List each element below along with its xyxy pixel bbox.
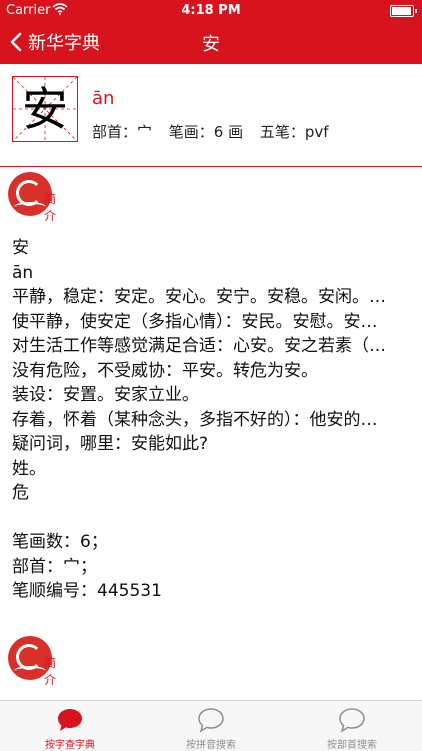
definition-line: 存着，怀着（某种念头，多指不好的）：他安的… <box>12 409 378 430</box>
character-glyph: 安 <box>22 82 68 136</box>
tab-search-by-radical[interactable]: 按部首搜索 <box>282 701 422 751</box>
tab-bar: 按字查字典 按拼音搜索 按部首搜索 <box>0 700 422 751</box>
tab-label: 按拼音搜索 <box>186 740 236 751</box>
battery-icon <box>390 5 417 17</box>
tab-lookup-by-character[interactable]: 按字查字典 <box>0 701 140 751</box>
definition-line: 平静，稳定：安定。安心。安宁。安稳。安闲。… <box>12 287 386 307</box>
section-logo-intro-2: 简介 <box>8 636 78 687</box>
definition-content: 安 ān 平静，稳定：安定。安心。安宁。安稳。安闲。… 使平静，使安定（多指心情… <box>12 236 410 604</box>
definition-line: 疑问词，哪里：安能如此? <box>12 434 209 454</box>
header-divider <box>0 166 422 167</box>
speech-bubble-icon <box>339 708 365 733</box>
page-title: 安 <box>202 34 220 55</box>
definition-line: 危 <box>12 483 29 503</box>
stats-line: 笔顺编号：445531 <box>12 581 162 601</box>
section-label: 简介 <box>44 192 63 223</box>
status-bar: Carrier 4:18 PM <box>0 0 422 20</box>
definition-line: 装设：安置。安家立业。 <box>12 385 199 405</box>
stroke-count-info: 笔画：6 画 <box>168 123 244 141</box>
definition-line: ān <box>12 262 34 283</box>
wubi-info: 五笔：pvf <box>259 123 329 141</box>
stats-line: 笔画数：6； <box>12 532 108 552</box>
definition-line: 对生活工作等感觉满足合适：心安。安之若素（… <box>12 336 386 356</box>
radical-info: 部首：宀 <box>92 123 153 141</box>
tab-search-by-pinyin[interactable]: 按拼音搜索 <box>141 701 281 751</box>
section-logo-intro: 简介 <box>8 172 78 223</box>
character-pinyin: ān <box>92 88 115 109</box>
definition-line: 没有危险，不受威协：平安。转危为安。 <box>12 360 318 381</box>
stats-line: 部首：宀； <box>12 556 97 577</box>
speech-bubble-icon <box>198 708 224 733</box>
speech-bubble-icon <box>58 709 82 731</box>
definition-line: 安 <box>12 238 29 258</box>
definition-line: 姓。 <box>12 458 46 479</box>
navigation-bar: 新华字典 安 <box>0 20 422 64</box>
status-time: 4:18 PM <box>181 3 241 18</box>
character-meta: 部首：宀 笔画：6 画 五笔：pvf <box>92 121 341 142</box>
character-grid-box: 安 <box>12 76 78 142</box>
tab-label: 按字查字典 <box>45 740 95 751</box>
section-label: 简介 <box>44 656 63 687</box>
tab-label: 按部首搜索 <box>327 740 377 751</box>
definition-line: 使平静，使安定（多指心情）：安民。安慰。安… <box>12 311 378 332</box>
